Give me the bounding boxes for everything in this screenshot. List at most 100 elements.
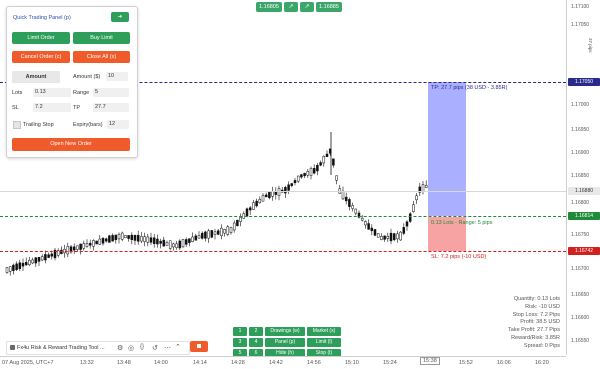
candle-body: [335, 175, 338, 181]
price-tick: 1.17050: [571, 22, 590, 28]
amount-field[interactable]: 10: [106, 72, 128, 81]
candle-body: [79, 243, 82, 250]
candle-body: [351, 205, 354, 209]
candle-body: [226, 226, 230, 235]
candle-body: [402, 227, 406, 234]
hotkey-3-button[interactable]: 3: [233, 338, 247, 347]
price-axis[interactable]: 1.17100 1.17050 1.17000 1.16950 1.16900 …: [566, 0, 600, 355]
candle-body: [370, 227, 374, 232]
candle-body: [354, 208, 358, 214]
stop-square-icon[interactable]: [190, 341, 208, 352]
more-icon[interactable]: ⋯: [164, 344, 171, 352]
close-all-button[interactable]: Close All (x): [73, 51, 130, 63]
candle-body: [149, 237, 153, 243]
amount-tab[interactable]: Amount: [12, 71, 60, 83]
pin-icon[interactable]: ↗: [284, 2, 298, 12]
price-tick: 1.16950: [571, 127, 590, 133]
candle-body: [127, 235, 130, 239]
candle-body: [213, 231, 217, 235]
candle-body: [322, 156, 326, 164]
candle-body: [140, 236, 143, 242]
pin-icon[interactable]: ↗: [300, 2, 314, 12]
hotkey-2-button[interactable]: 2: [249, 327, 263, 336]
candle-body: [312, 168, 316, 174]
candle-body: [72, 246, 76, 251]
bid-price-pill[interactable]: 1.16805: [256, 2, 282, 12]
candle-body: [114, 234, 118, 241]
candle-body: [12, 264, 15, 271]
candle-body: [146, 236, 150, 243]
candle-body: [255, 200, 258, 207]
eye-icon[interactable]: ◎: [128, 344, 134, 352]
arrow-right-icon[interactable]: ➜: [111, 12, 129, 22]
candle-body: [399, 231, 402, 241]
time-tick: 14:42: [269, 360, 283, 366]
candle-body: [376, 233, 380, 238]
candle-body: [37, 257, 41, 262]
entry-line[interactable]: [0, 216, 566, 217]
candle-body: [380, 236, 383, 240]
chart-window: TP: 27.7 pips (38 USD - 3.85R) 0.13 Lots…: [0, 0, 600, 369]
candle-body: [172, 243, 175, 248]
indicator-legend[interactable]: Fx4u Risk & Reward Trading Tool ... ⚙ ◎ …: [6, 341, 190, 355]
stop-loss-line[interactable]: [0, 251, 566, 252]
amount-label: Amount ($): [73, 74, 101, 80]
candle-body: [162, 239, 166, 247]
time-cursor-label: 15:38: [420, 357, 440, 365]
tp-field[interactable]: 27.7: [93, 103, 129, 112]
drawings-button[interactable]: Drawings (w): [265, 327, 305, 336]
candle-body: [152, 237, 156, 244]
candle-body: [309, 168, 313, 176]
candle-body: [120, 232, 124, 240]
current-price-line: [0, 191, 566, 192]
candle-body: [236, 219, 239, 227]
expiry-label: Expiry(bars): [73, 122, 103, 128]
candle-body: [108, 235, 111, 243]
limit-button[interactable]: Limit (l): [307, 338, 341, 347]
trailing-stop-label: Trailing Stop: [23, 122, 54, 128]
cancel-order-button[interactable]: Cancel Order (c): [12, 51, 70, 63]
limit-order-button[interactable]: Limit Order: [12, 32, 70, 44]
candle-body: [136, 235, 140, 242]
candle-body: [104, 238, 108, 242]
expiry-field[interactable]: 12: [107, 120, 129, 129]
market-button[interactable]: Market (s): [307, 327, 341, 336]
stat-profit: Profit: 38.5 USD: [520, 319, 560, 326]
candle-body: [8, 266, 12, 272]
take-profit-zone[interactable]: [428, 82, 466, 216]
range-field[interactable]: 5: [93, 88, 129, 97]
candle-body: [290, 183, 294, 186]
time-tick: 15:24: [383, 360, 397, 366]
hotkey-1-button[interactable]: 1: [233, 327, 247, 336]
price-tick: 1.16550: [571, 338, 590, 344]
candle-body: [424, 185, 428, 188]
time-start-label: 07 Aug 2025, UTC+7: [2, 360, 54, 366]
candle-body: [252, 202, 255, 210]
open-new-order-button[interactable]: Open New Order: [12, 138, 130, 151]
price-tick: 1.16700: [571, 266, 590, 272]
pip-distance-label: 37 pips: [588, 38, 593, 53]
hotkey-4-button[interactable]: 4: [249, 338, 263, 347]
candle-body: [31, 259, 34, 264]
lots-field[interactable]: 0.13: [33, 88, 71, 97]
candle-body: [392, 233, 396, 241]
panel-button[interactable]: Panel (p): [265, 338, 305, 347]
candle-body: [223, 229, 226, 234]
buy-limit-button[interactable]: Buy Limit: [73, 32, 130, 44]
price-tick: 1.16850: [571, 173, 590, 179]
trailing-stop-checkbox[interactable]: [13, 121, 21, 129]
candle-body: [245, 208, 249, 217]
candle-body: [197, 235, 201, 239]
history-icon[interactable]: ↺: [152, 344, 158, 352]
candle-body: [76, 245, 79, 250]
sl-field[interactable]: 7.2: [33, 103, 71, 112]
settings-icon[interactable]: ⚙: [117, 344, 123, 352]
candle-body: [316, 165, 319, 172]
code-icon[interactable]: {}: [140, 344, 144, 350]
candle-body: [117, 233, 121, 240]
time-axis[interactable]: 07 Aug 2025, UTC+7 13:32 13:48 14:00 14:…: [0, 356, 566, 369]
chevron-up-icon[interactable]: ⌃: [175, 343, 181, 351]
ask-price-pill[interactable]: 1.16885: [316, 2, 342, 12]
candle-body: [82, 243, 86, 249]
candle-body: [28, 260, 31, 266]
